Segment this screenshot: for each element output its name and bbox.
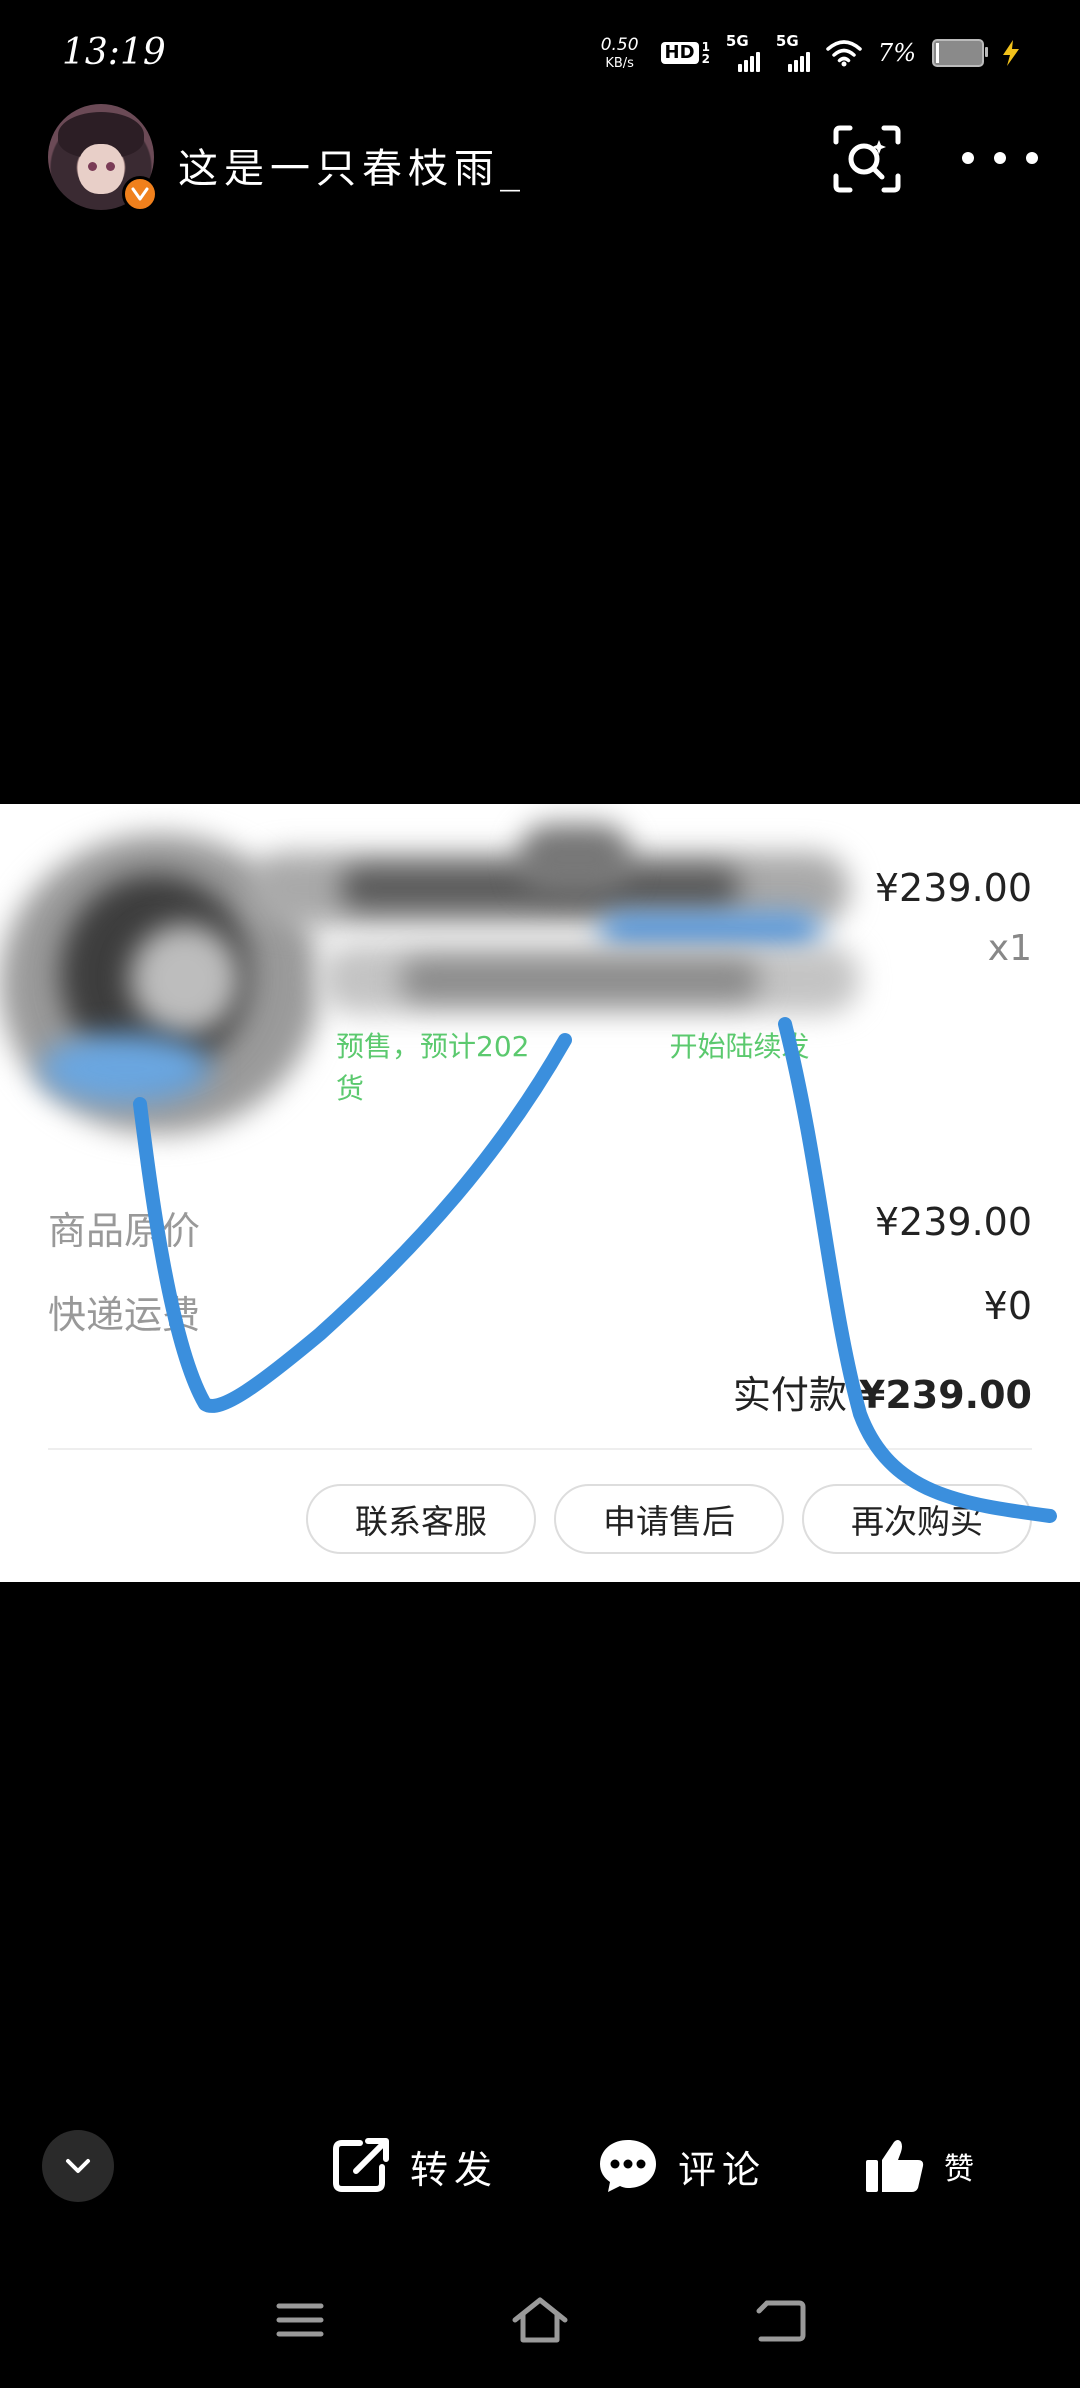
v-badge-icon: [122, 176, 158, 212]
order-actions: 联系客服 申请售后 再次购买: [306, 1484, 1032, 1554]
order-screenshot-image[interactable]: ¥239.00 x1 预售，预计202 开始陆续发 货 商品原价 ¥239.00 …: [0, 804, 1080, 1582]
status-icons: 0.50 KB/s HD 1 2 5G 5G 7%: [601, 34, 1022, 72]
shipping-fee-value: ¥0: [983, 1284, 1032, 1328]
post-header: 这是一只春枝雨_: [0, 100, 1080, 220]
back-icon: [756, 2300, 806, 2342]
comment-label: 评论: [678, 2147, 767, 2192]
comment-bubble-icon: [600, 2140, 656, 2192]
share-icon: [333, 2138, 389, 2192]
menu-icon: [276, 2303, 324, 2337]
image-search-button[interactable]: [832, 124, 902, 194]
network-speed-value: 0.50: [600, 34, 639, 55]
unit-price: ¥239.00: [874, 866, 1032, 910]
username[interactable]: 这是一只春枝雨_: [178, 136, 526, 194]
collapse-button[interactable]: [42, 2130, 114, 2202]
back-button[interactable]: [750, 2290, 810, 2350]
presale-notice-prefix: 预售，预计202: [336, 1030, 530, 1063]
system-nav-bar: [0, 2290, 1080, 2360]
thumbs-up-icon: [866, 2140, 924, 2192]
amount-paid: 实付款 ¥239.00: [733, 1364, 1032, 1419]
presale-notice-middle: 开始陆续发: [669, 1030, 810, 1063]
home-button[interactable]: [510, 2290, 570, 2350]
wifi-icon: [826, 39, 862, 67]
presale-notice: 预售，预计202 开始陆续发 货: [336, 1026, 836, 1110]
chevron-down-icon: [66, 2159, 90, 2173]
home-icon: [512, 2297, 568, 2343]
amount-paid-value: ¥239.00: [858, 1373, 1032, 1417]
after-sales-button: 申请售后: [554, 1484, 784, 1554]
buy-again-button: 再次购买: [802, 1484, 1032, 1554]
like-label: 赞: [944, 2152, 980, 2187]
contact-service-button: 联系客服: [306, 1484, 536, 1554]
original-price-label: 商品原价: [48, 1209, 201, 1253]
hd-sub-bottom: 2: [701, 52, 710, 66]
signal-sim1-icon: 5G: [726, 34, 760, 72]
original-price-value: ¥239.00: [874, 1200, 1032, 1244]
post-action-bar: 转发 评论 赞: [0, 2120, 1080, 2220]
scan-search-icon: [833, 125, 901, 193]
hd-sub: 1 2: [702, 41, 710, 65]
status-time: 13:19: [62, 32, 166, 73]
more-dot-icon: [1026, 152, 1038, 164]
more-dot-icon: [962, 152, 974, 164]
network-speed-unit: KB/s: [605, 55, 634, 71]
status-bar: 13:19 0.50 KB/s HD 1 2 5G 5G 7%: [0, 0, 1080, 110]
like-button[interactable]: 赞: [864, 2130, 980, 2202]
more-dot-icon: [994, 152, 1006, 164]
amount-paid-label: 实付款: [732, 1373, 847, 1417]
share-label: 转发: [410, 2147, 499, 2192]
presale-notice-suffix: 货: [336, 1072, 365, 1105]
comment-button[interactable]: 评论: [596, 2130, 766, 2202]
battery-percent: 7%: [877, 39, 916, 67]
sim2-network-label: 5G: [775, 32, 799, 50]
signal-sim2-icon: 5G: [776, 34, 810, 72]
shipping-fee-label: 快递运费: [48, 1293, 201, 1337]
battery-icon: [932, 39, 988, 67]
more-options-button[interactable]: [962, 140, 1038, 176]
recent-apps-button[interactable]: [270, 2290, 330, 2350]
sim1-network-label: 5G: [725, 32, 749, 50]
charging-bolt-icon: [1000, 39, 1022, 67]
hd-label: HD: [660, 42, 699, 64]
divider: [48, 1448, 1032, 1450]
quantity: x1: [987, 928, 1032, 969]
share-button[interactable]: 转发: [330, 2130, 498, 2202]
hd-voice-icon: HD 1 2: [660, 41, 710, 65]
network-speed: 0.50 KB/s: [600, 34, 639, 71]
